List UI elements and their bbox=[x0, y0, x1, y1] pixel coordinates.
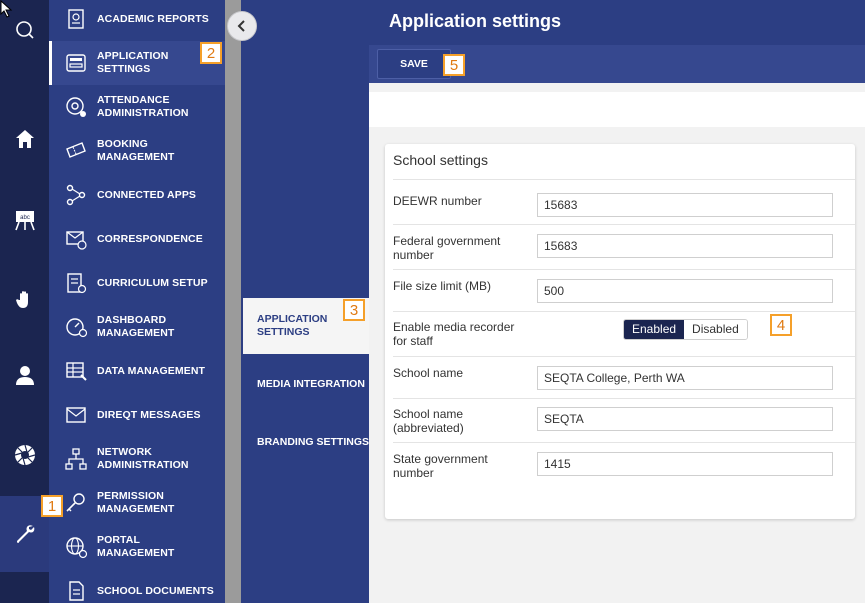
globe-gear-icon bbox=[63, 534, 89, 560]
page-title: Application settings bbox=[389, 11, 562, 31]
menu-item-direqt-messages[interactable]: DIREQT MESSAGES bbox=[49, 393, 225, 437]
card-title: School settings bbox=[393, 152, 488, 168]
menu-item-permission-management[interactable]: PERMISSION MANAGEMENT bbox=[49, 481, 225, 525]
collapse-menu-button[interactable] bbox=[227, 11, 257, 41]
deewr-number-field[interactable] bbox=[537, 193, 833, 217]
inbox-icon bbox=[63, 402, 89, 428]
list-gear-icon bbox=[63, 270, 89, 296]
classroom-button[interactable]: abc bbox=[0, 195, 49, 245]
home-button[interactable] bbox=[0, 114, 49, 164]
menu-item-label: PERMISSION MANAGEMENT bbox=[97, 490, 175, 515]
menu-item-label: CURRICULUM SETUP bbox=[97, 276, 208, 289]
row-label: School name (abbreviated) bbox=[393, 407, 464, 435]
menu-item-application-settings[interactable]: APPLICATION SETTINGS bbox=[49, 41, 225, 85]
menu-item-label: DATA MANAGEMENT bbox=[97, 364, 206, 377]
network-icon bbox=[63, 182, 89, 208]
key-icon bbox=[63, 490, 89, 516]
page-header: Application settings bbox=[369, 0, 865, 45]
menu-item-label: CONNECTED APPS bbox=[97, 188, 197, 201]
settings-row-school-name-abbreviated: School name (abbreviated) bbox=[393, 398, 855, 442]
settings-panel-icon bbox=[63, 50, 89, 76]
menu-item-label: NETWORK ADMINISTRATION bbox=[97, 446, 189, 471]
menu-item-label: DASHBOARD MANAGEMENT bbox=[97, 314, 175, 339]
menu-item-portal-management[interactable]: PORTAL MANAGEMENT bbox=[49, 525, 225, 569]
school-name-field[interactable] bbox=[537, 366, 833, 390]
user-icon bbox=[15, 366, 34, 385]
at-gear-icon bbox=[63, 94, 89, 120]
toggle-disabled-option[interactable]: Disabled bbox=[684, 320, 747, 339]
menu-item-dashboard-management[interactable]: DASHBOARD MANAGEMENT bbox=[49, 305, 225, 349]
toggle-enabled-option[interactable]: Enabled bbox=[624, 320, 685, 339]
gauge-gear-icon bbox=[63, 314, 89, 340]
hierarchy-icon bbox=[63, 446, 89, 472]
menu-item-attendance-administration[interactable]: ATTENDANCE ADMINISTRATION bbox=[49, 85, 225, 129]
menu-item-data-management[interactable]: DATA MANAGEMENT bbox=[49, 349, 225, 393]
menu-item-network-administration[interactable]: NETWORK ADMINISTRATION bbox=[49, 437, 225, 481]
chevron-left-icon bbox=[237, 20, 245, 32]
menu-item-label: APPLICATION SETTINGS bbox=[97, 50, 169, 75]
menu-item-label: CORRESPONDENCE bbox=[97, 232, 203, 245]
mouse-cursor-icon bbox=[0, 0, 13, 18]
row-label: Enable media recorder for staff bbox=[393, 320, 515, 348]
row-label: Federal government number bbox=[393, 234, 501, 262]
wrench-icon bbox=[16, 525, 34, 543]
state-government-number-field[interactable] bbox=[537, 452, 833, 476]
main-content: Application settings SAVE School setting… bbox=[369, 0, 865, 603]
content-strip bbox=[369, 92, 865, 127]
admin-menu: ACADEMIC REPORTS APPLICATION SETTINGS AT… bbox=[49, 0, 225, 603]
menu-scrollbar[interactable] bbox=[225, 0, 241, 603]
subnav-media-integration[interactable]: MEDIA INTEGRATION bbox=[243, 356, 369, 412]
callout-4: 4 bbox=[770, 314, 792, 336]
settings-row-school-name: School name bbox=[393, 356, 855, 398]
search-icon bbox=[15, 21, 34, 39]
menu-item-label: BOOKING MANAGEMENT bbox=[97, 138, 175, 163]
menu-item-label: PORTAL MANAGEMENT bbox=[97, 534, 175, 559]
menu-item-connected-apps[interactable]: CONNECTED APPS bbox=[49, 173, 225, 217]
ticket-icon bbox=[63, 138, 89, 164]
callout-3: 3 bbox=[343, 299, 365, 321]
menu-item-label: SCHOOL DOCUMENTS bbox=[97, 584, 214, 597]
menu-item-label: ACADEMIC REPORTS bbox=[97, 12, 209, 25]
svg-text:abc: abc bbox=[20, 215, 30, 221]
row-label: DEEWR number bbox=[393, 194, 482, 208]
row-label: State government number bbox=[393, 452, 488, 480]
menu-item-school-documents[interactable]: SCHOOL DOCUMENTS bbox=[49, 569, 225, 603]
save-button[interactable]: SAVE bbox=[377, 49, 451, 79]
mail-chat-icon bbox=[63, 226, 89, 252]
table-edit-icon bbox=[63, 358, 89, 384]
federal-government-number-field[interactable] bbox=[537, 234, 833, 258]
menu-item-correspondence[interactable]: CORRESPONDENCE bbox=[49, 217, 225, 261]
row-label: File size limit (MB) bbox=[393, 279, 491, 293]
aperture-icon bbox=[14, 444, 35, 466]
file-size-limit-field[interactable] bbox=[537, 279, 833, 303]
menu-item-booking-management[interactable]: BOOKING MANAGEMENT bbox=[49, 129, 225, 173]
row-label: School name bbox=[393, 366, 464, 380]
settings-row-federal: Federal government number bbox=[393, 224, 855, 269]
classroom-icon: abc bbox=[14, 211, 35, 231]
document-icon bbox=[63, 578, 89, 603]
settings-row-deewr: DEEWR number bbox=[393, 179, 855, 224]
home-icon bbox=[15, 130, 34, 148]
menu-item-curriculum-setup[interactable]: CURRICULUM SETUP bbox=[49, 261, 225, 305]
menu-item-academic-reports[interactable]: ACADEMIC REPORTS bbox=[49, 0, 225, 41]
hand-button[interactable] bbox=[0, 275, 49, 325]
school-name-abbreviated-field[interactable] bbox=[537, 407, 833, 431]
menu-item-label: ATTENDANCE ADMINISTRATION bbox=[97, 94, 189, 119]
settings-row-file-size: File size limit (MB) bbox=[393, 269, 855, 311]
callout-5: 5 bbox=[443, 54, 465, 76]
media-recorder-toggle[interactable]: Enabled Disabled bbox=[623, 319, 748, 340]
aperture-button[interactable] bbox=[0, 430, 49, 480]
settings-row-state-government: State government number bbox=[393, 442, 855, 487]
subnav-branding-settings[interactable]: BRANDING SETTINGS bbox=[243, 414, 369, 470]
menu-item-label: DIREQT MESSAGES bbox=[97, 408, 201, 421]
callout-2: 2 bbox=[200, 42, 222, 64]
report-icon bbox=[63, 6, 89, 32]
hand-icon bbox=[15, 291, 28, 308]
profile-button[interactable] bbox=[0, 350, 49, 400]
callout-1: 1 bbox=[41, 495, 63, 517]
